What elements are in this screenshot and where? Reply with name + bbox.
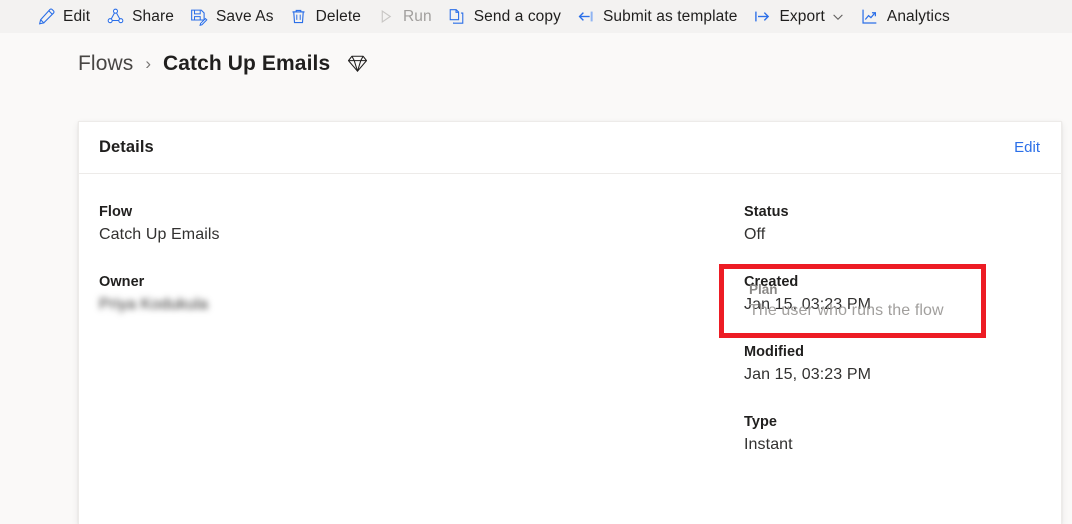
submit-as-template-button-label: Submit as template	[602, 7, 738, 25]
run-button-label: Run	[402, 7, 432, 25]
breadcrumb-parent-flows[interactable]: Flows	[78, 52, 133, 76]
delete-button-label: Delete	[315, 7, 361, 25]
field-type-value: Instant	[744, 436, 793, 453]
arrow-from-bar-right-icon	[752, 7, 772, 27]
analytics-button-label: Analytics	[886, 7, 950, 25]
chevron-down-icon[interactable]	[831, 10, 845, 24]
field-modified-value: Jan 15, 03:23 PM	[744, 366, 872, 383]
edit-button[interactable]: Edit	[30, 0, 99, 33]
trash-icon	[289, 7, 309, 27]
field-type: Type Instant	[744, 412, 1041, 458]
details-title: Details	[99, 138, 154, 156]
field-plan-label: Plan	[749, 282, 778, 297]
save-as-button[interactable]: Save As	[183, 0, 283, 33]
submit-as-template-button[interactable]: Submit as template	[570, 0, 746, 33]
export-button-label: Export	[779, 7, 825, 25]
page-title: Catch Up Emails	[163, 51, 331, 75]
field-modified-label: Modified	[744, 344, 804, 360]
arrow-to-bar-left-icon	[576, 7, 596, 27]
send-a-copy-button[interactable]: Send a copy	[441, 0, 570, 33]
details-edit-link[interactable]: Edit	[1014, 139, 1040, 156]
field-flow-label: Flow	[99, 204, 133, 220]
breadcrumb-separator-icon: ›	[145, 53, 152, 73]
command-bar: Edit Share Save As Delete Run Send a cop…	[0, 0, 1072, 33]
field-plan-highlight: Plan The user who runs the flow	[719, 264, 986, 338]
run-button[interactable]: Run	[370, 0, 441, 33]
analytics-button[interactable]: Analytics	[854, 0, 959, 33]
export-button[interactable]: Export	[746, 0, 853, 33]
field-flow: Flow Catch Up Emails	[99, 202, 744, 248]
field-owner-value: Priya Kodukula	[99, 296, 209, 313]
save-as-icon	[189, 7, 209, 27]
copy-icon	[447, 7, 467, 27]
share-button-label: Share	[132, 7, 174, 25]
field-owner: Owner Priya Kodukula	[99, 272, 744, 318]
field-status: Status Off	[744, 202, 1041, 248]
field-status-label: Status	[744, 204, 789, 220]
field-type-label: Type	[744, 414, 777, 430]
field-plan-value: The user who runs the flow	[749, 302, 944, 319]
details-card-body: Flow Catch Up Emails Owner Priya Kodukul…	[79, 174, 1061, 482]
details-right-column: Status Off Created Jan 15, 03:23 PM Modi…	[719, 202, 1041, 482]
pencil-icon	[36, 7, 56, 27]
field-status-value: Off	[744, 226, 766, 243]
share-icon	[105, 7, 125, 27]
details-card-header: Details Edit	[79, 122, 1061, 174]
field-flow-value: Catch Up Emails	[99, 226, 220, 243]
breadcrumb: Flows › Catch Up Emails	[0, 33, 1072, 76]
delete-button[interactable]: Delete	[283, 0, 370, 33]
field-modified: Modified Jan 15, 03:23 PM	[744, 342, 1041, 388]
gem-diamond-icon	[346, 52, 369, 75]
field-owner-label: Owner	[99, 274, 145, 290]
line-chart-icon	[860, 7, 880, 27]
details-card: Details Edit Flow Catch Up Emails Owner …	[78, 121, 1062, 524]
play-icon	[376, 7, 396, 27]
save-as-button-label: Save As	[215, 7, 274, 25]
details-left-column: Flow Catch Up Emails Owner Priya Kodukul…	[99, 202, 744, 482]
send-a-copy-button-label: Send a copy	[473, 7, 561, 25]
share-button[interactable]: Share	[99, 0, 183, 33]
edit-button-label: Edit	[63, 7, 91, 25]
